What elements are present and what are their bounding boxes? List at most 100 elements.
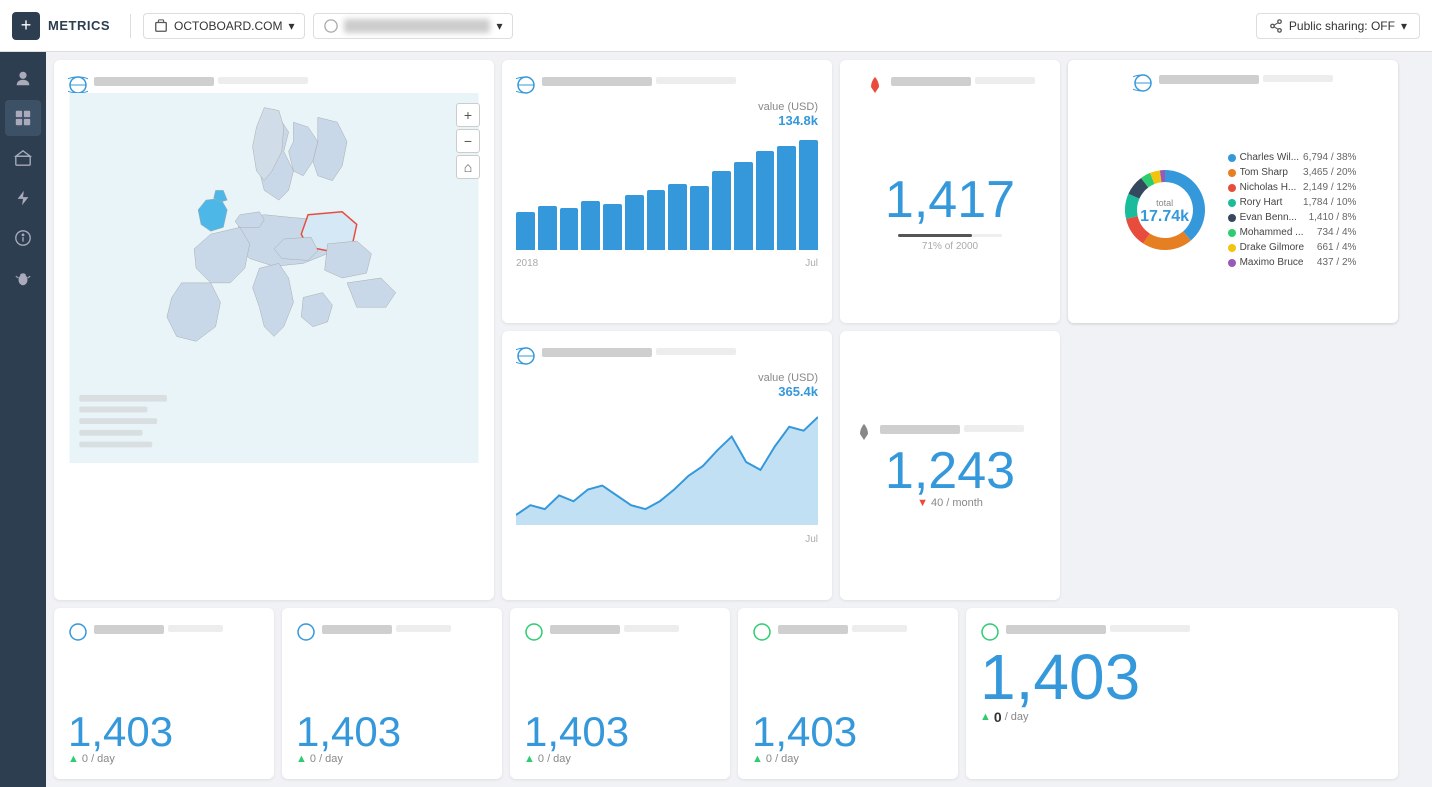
line-chart-labels: Jul xyxy=(516,534,818,545)
legend-item: Nicholas H...2,149 / 12% xyxy=(1228,182,1357,193)
main-grid: + − ⌂ xyxy=(46,52,1432,787)
donut-2-title xyxy=(1159,75,1259,84)
bottom-trend-5-unit: / day xyxy=(1005,711,1029,723)
map-card: + − ⌂ xyxy=(54,60,494,600)
big-num-card-1-header xyxy=(865,74,1035,95)
legend-item: Tom Sharp3,465 / 20% xyxy=(1228,167,1357,178)
zoom-out-button[interactable]: − xyxy=(456,129,480,153)
bc1-icon xyxy=(68,622,88,642)
bottom-card-4-header xyxy=(752,622,944,643)
bottom-trend-1-val: 0 / day xyxy=(82,753,115,765)
bc3-icon xyxy=(524,622,544,642)
bar xyxy=(516,212,535,251)
donut-2-total-num: 17.74k xyxy=(1140,208,1189,226)
line-chart-header xyxy=(516,345,818,366)
bar-chart-value: 134.8k xyxy=(516,113,818,128)
bottom-trend-1: ▲ 0 / day xyxy=(68,753,260,765)
map-controls[interactable]: + − ⌂ xyxy=(456,103,480,179)
topbar: + METRICS OCTOBOARD.COM ▾ ██████████████… xyxy=(0,0,1432,52)
bottom-num-5: 1,403 xyxy=(980,645,1384,709)
bar xyxy=(777,146,796,251)
sidebar xyxy=(0,52,46,787)
sidebar-item-lightning[interactable] xyxy=(5,180,41,216)
bottom-card-2: 1,403 ▲ 0 / day xyxy=(282,608,502,779)
donut-card-2-header xyxy=(1133,72,1333,93)
bar xyxy=(538,206,557,250)
bar-chart-labels: 2018 Jul xyxy=(516,258,818,269)
map-card-header xyxy=(68,74,480,95)
up-arrow-2: ▲ xyxy=(296,753,307,765)
bar xyxy=(734,162,753,250)
donut-2-subtitle xyxy=(1263,75,1333,82)
line-chart-value: 365.4k xyxy=(516,384,818,399)
dashboard-icon xyxy=(324,19,338,33)
zoom-in-button[interactable]: + xyxy=(456,103,480,127)
trend-arrow-down: ▼ xyxy=(917,497,928,509)
bottom-card-3-header xyxy=(524,622,716,643)
bar-chart-card: value (USD) 134.8k 2018 Jul xyxy=(502,60,832,323)
bottom-num-2: 1,403 xyxy=(296,711,488,753)
line-chart-svg xyxy=(516,405,818,525)
up-arrow-1: ▲ xyxy=(68,753,79,765)
bar-chart-label-end: Jul xyxy=(805,258,818,269)
bar-chart-label-start: 2018 xyxy=(516,258,538,269)
bar-chart-icon xyxy=(516,75,536,95)
legend-item: Evan Benn...1,410 / 8% xyxy=(1228,212,1357,223)
bc5-icon xyxy=(980,622,1000,642)
share-icon xyxy=(1269,19,1283,33)
bar xyxy=(581,201,600,251)
sharing-chevron: ▾ xyxy=(1401,19,1407,33)
dashboard-selector[interactable]: ██████████████ ▾ xyxy=(313,13,513,39)
bottom-trend-2: ▲ 0 / day xyxy=(296,753,488,765)
sidebar-item-bug[interactable] xyxy=(5,260,41,296)
line-chart-label-end: Jul xyxy=(805,534,818,545)
bc2-icon xyxy=(296,622,316,642)
legend-item: Maximo Bruce437 / 2% xyxy=(1228,257,1357,268)
bar xyxy=(625,195,644,250)
home-button[interactable]: ⌂ xyxy=(456,155,480,179)
legend-item: Charles Wil...6,794 / 38% xyxy=(1228,152,1357,163)
domain-chevron: ▾ xyxy=(288,19,294,33)
bottom-card-4: 1,403 ▲ 0 / day xyxy=(738,608,958,779)
dropdown-chevron: ▾ xyxy=(496,19,502,33)
rocket-icon xyxy=(865,75,885,95)
bottom-trend-4-val: 0 / day xyxy=(766,753,799,765)
bar xyxy=(560,208,579,250)
sidebar-item-bank[interactable] xyxy=(5,140,41,176)
bc4-icon xyxy=(752,622,772,642)
legend-item: Drake Gilmore661 / 4% xyxy=(1228,242,1357,253)
map-icon xyxy=(68,75,88,95)
big-num-2-trend-value: 40 / month xyxy=(931,497,983,509)
donut-card-2: total 17.74k Charles Wil...6,794 / 38% To… xyxy=(1068,60,1398,323)
bottom-trend-3: ▲ 0 / day xyxy=(524,753,716,765)
bottom-card-5: 1,403 ▲ 0 / day xyxy=(966,608,1398,779)
big-num-1-title xyxy=(891,77,971,86)
sidebar-item-user[interactable] xyxy=(5,60,41,96)
public-sharing-button[interactable]: Public sharing: OFF ▾ xyxy=(1256,13,1420,39)
big-num-1-value: 1,417 xyxy=(885,174,1015,226)
bottom-num-3: 1,403 xyxy=(524,711,716,753)
bar xyxy=(603,204,622,250)
add-button[interactable]: + xyxy=(12,12,40,40)
big-num-2-trend: ▼ 40 / month xyxy=(917,497,983,509)
bar xyxy=(690,186,709,250)
domain-label: OCTOBOARD.COM xyxy=(174,19,282,33)
bar-chart-bars xyxy=(516,134,818,254)
bottom-trend-2-val: 0 / day xyxy=(310,753,343,765)
bar xyxy=(647,190,666,251)
sidebar-item-dashboard[interactable] xyxy=(5,100,41,136)
donut-2-chart: total 17.74k xyxy=(1110,155,1220,270)
bar xyxy=(712,171,731,250)
bottom-trend-3-val: 0 / day xyxy=(538,753,571,765)
line-chart-title xyxy=(542,348,652,357)
bottom-card-1-header xyxy=(68,622,260,643)
progress-bar-1-fill xyxy=(898,234,972,237)
donut-2-center: total 17.74k xyxy=(1140,198,1189,226)
europe-map-svg xyxy=(68,93,480,463)
sidebar-item-info[interactable] xyxy=(5,220,41,256)
traffic-icon xyxy=(854,422,874,442)
donut-2-legend: Charles Wil...6,794 / 38% Tom Sharp3,465 … xyxy=(1228,152,1357,272)
line-chart-icon xyxy=(516,346,536,366)
domain-button[interactable]: OCTOBOARD.COM ▾ xyxy=(143,13,305,39)
building-icon xyxy=(154,19,168,33)
